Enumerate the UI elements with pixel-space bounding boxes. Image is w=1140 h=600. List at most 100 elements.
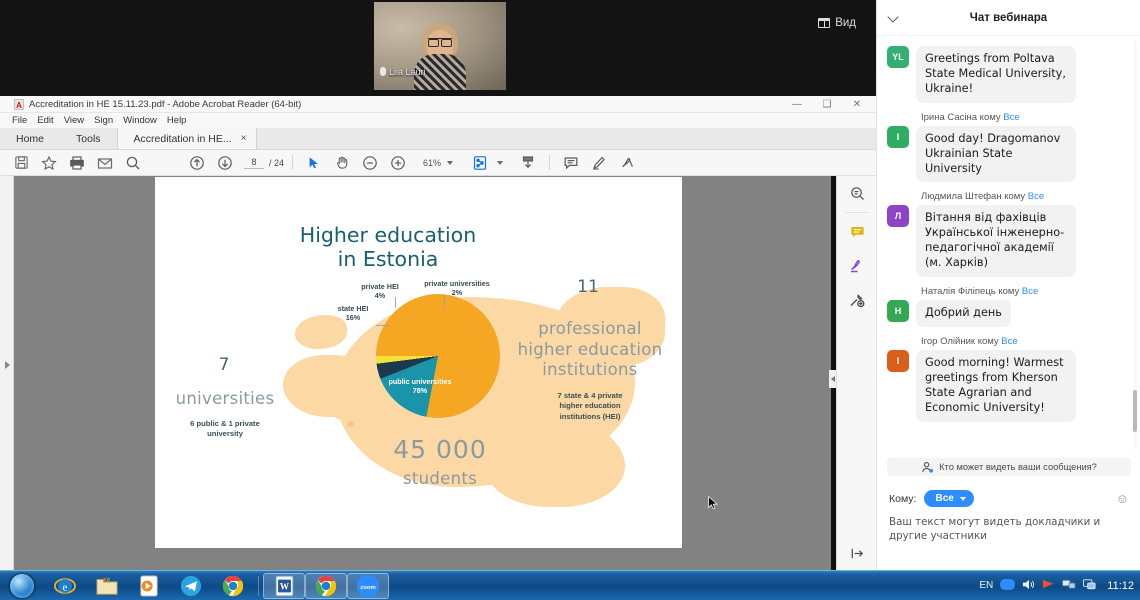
pie-label-private-universities: private universities 2% xyxy=(413,279,501,297)
scroll-mode-icon[interactable] xyxy=(515,152,541,174)
chat-scrollbar[interactable] xyxy=(1133,40,1137,450)
leader-line-state-hei xyxy=(376,325,390,326)
chat-message-list[interactable]: YL Greetings from Poltava State Medical … xyxy=(877,36,1140,454)
chrome-icon[interactable] xyxy=(212,573,254,599)
chat-sender-target: Все xyxy=(1003,111,1020,123)
sign-icon[interactable] xyxy=(614,152,640,174)
map-shape-dot xyxy=(347,421,354,427)
chat-message-text: Greetings from Poltava State Medical Uni… xyxy=(916,46,1076,103)
menu-item-view[interactable]: View xyxy=(64,115,84,126)
start-button[interactable] xyxy=(0,572,44,600)
zoom-tray-icon[interactable] xyxy=(1000,578,1016,593)
language-indicator[interactable]: EN xyxy=(979,580,993,591)
flag-icon[interactable] xyxy=(1042,578,1055,594)
menu-item-help[interactable]: Help xyxy=(167,115,187,126)
video-tile-speaker[interactable]: Liia Lauri xyxy=(374,2,506,90)
pdf-page: Higher education in Estonia private HEI … xyxy=(155,177,682,548)
chat-message-sender: Людмила Штефан кому Все xyxy=(921,191,1131,202)
current-page-field[interactable]: 8 xyxy=(244,157,264,169)
person-icon xyxy=(922,461,934,473)
page-fit-dropdown[interactable] xyxy=(487,152,513,174)
word-icon[interactable]: W xyxy=(263,572,305,599)
acrobat-toolbar: 8 / 24 61% xyxy=(0,150,876,176)
pie-label-state-hei: state HEI 16% xyxy=(325,304,381,322)
media-player-icon[interactable] xyxy=(128,573,170,599)
menu-item-edit[interactable]: Edit xyxy=(37,115,53,126)
pie-label-state-hei-value: 16% xyxy=(345,313,361,322)
screen-root: Вид Liia Lauri Accreditation in HE 15.11… xyxy=(0,0,1140,600)
chat-sender-target: Все xyxy=(1001,335,1018,347)
chat-message-text: Good morning! Warmest greetings from Khe… xyxy=(916,349,1076,422)
minimize-button[interactable]: — xyxy=(782,96,812,113)
students-word: students xyxy=(402,469,478,488)
tab-home[interactable]: Home xyxy=(0,128,60,149)
zoom-icon[interactable]: zoom xyxy=(347,572,389,599)
slide-title-line2: in Estonia xyxy=(337,247,439,272)
chat-recipient-dropdown[interactable]: Все xyxy=(924,490,974,507)
chat-sender-name: Людмила Штефан кому xyxy=(921,191,1028,203)
action-center-icon[interactable] xyxy=(1083,578,1096,593)
chat-sender-name: Ірина Сасіна кому xyxy=(921,111,1004,123)
arrow-up-circle-icon[interactable] xyxy=(184,152,210,174)
print-icon[interactable] xyxy=(64,152,90,174)
arrow-down-circle-icon[interactable] xyxy=(212,152,238,174)
tab-document-label: Accreditation in HE... xyxy=(133,132,232,145)
chevron-down-icon[interactable] xyxy=(887,11,899,23)
chrome-window-icon[interactable] xyxy=(305,572,347,599)
expand-panel-icon[interactable] xyxy=(837,545,877,562)
chat-sender-name: Ігор Олійник кому xyxy=(921,335,1002,347)
search-icon[interactable] xyxy=(120,152,146,174)
universities-number: 7 xyxy=(218,355,230,375)
tab-document[interactable]: Accreditation in HE... × xyxy=(116,128,258,149)
network-icon[interactable] xyxy=(1062,578,1076,593)
avatar: YL xyxy=(887,46,909,68)
comment-icon[interactable] xyxy=(558,152,584,174)
pdf-content-area[interactable]: Higher education in Estonia private HEI … xyxy=(0,176,876,570)
search-document-icon[interactable] xyxy=(837,176,877,210)
chat-input-hint[interactable]: Ваш текст могут видеть докладчики и друг… xyxy=(889,516,1129,544)
volume-icon[interactable] xyxy=(1022,578,1035,594)
page-navigation[interactable]: 8 / 24 xyxy=(244,157,284,169)
hand-icon[interactable] xyxy=(329,152,355,174)
menu-item-file[interactable]: File xyxy=(12,115,27,126)
menu-item-window[interactable]: Window xyxy=(123,115,157,126)
telegram-icon[interactable] xyxy=(170,573,212,599)
chat-message-sender: Ігор Олійник кому Все xyxy=(921,336,1131,347)
tab-tools[interactable]: Tools xyxy=(60,128,117,149)
zoom-level-control[interactable]: 61% xyxy=(423,158,454,168)
zoom-out-icon[interactable] xyxy=(357,152,383,174)
chat-privacy-notice[interactable]: Кто может видеть ваши сообщения? xyxy=(887,458,1131,476)
chat-recipient-value: Все xyxy=(935,493,954,504)
expand-left-panel-icon[interactable] xyxy=(5,361,10,369)
emoji-icon[interactable]: ☺ xyxy=(1116,491,1129,506)
collapse-left-arrow-icon[interactable] xyxy=(829,370,836,388)
slide-title-line1: Higher education xyxy=(299,223,477,247)
folder-explorer-icon[interactable] xyxy=(86,573,128,599)
pdf-left-panel-strip[interactable] xyxy=(0,176,14,570)
maximize-button[interactable]: ❑ xyxy=(812,96,842,113)
menu-item-sign[interactable]: Sign xyxy=(94,115,113,126)
comment-tool-icon[interactable] xyxy=(837,215,877,249)
chat-title: Чат вебинара xyxy=(969,11,1048,24)
star-icon[interactable] xyxy=(36,152,62,174)
pie-label-private-universities-name: private universities xyxy=(424,279,490,288)
close-icon[interactable]: × xyxy=(241,133,247,144)
tab-home-label: Home xyxy=(16,132,45,145)
save-icon[interactable] xyxy=(8,152,34,174)
chevron-down-icon[interactable] xyxy=(497,160,504,165)
highlight-pen-icon[interactable] xyxy=(586,152,612,174)
email-icon[interactable] xyxy=(92,152,118,174)
taskbar-clock[interactable]: 11:12 xyxy=(1107,580,1134,592)
zoom-in-icon[interactable] xyxy=(385,152,411,174)
more-tools-icon[interactable] xyxy=(837,283,877,317)
windows-start-orb xyxy=(10,573,34,598)
chat-scrollbar-thumb[interactable] xyxy=(1133,390,1137,432)
fill-and-sign-icon[interactable] xyxy=(837,249,877,283)
chevron-down-icon[interactable] xyxy=(447,160,454,165)
close-button[interactable]: ✕ xyxy=(842,96,872,113)
cursor-arrow-icon[interactable] xyxy=(301,152,327,174)
acrobat-window-title: Accreditation in HE 15.11.23.pdf - Adobe… xyxy=(29,98,302,110)
view-button[interactable]: Вид xyxy=(812,14,862,32)
pie-chart xyxy=(376,294,500,418)
internet-explorer-icon[interactable]: e xyxy=(44,573,86,599)
